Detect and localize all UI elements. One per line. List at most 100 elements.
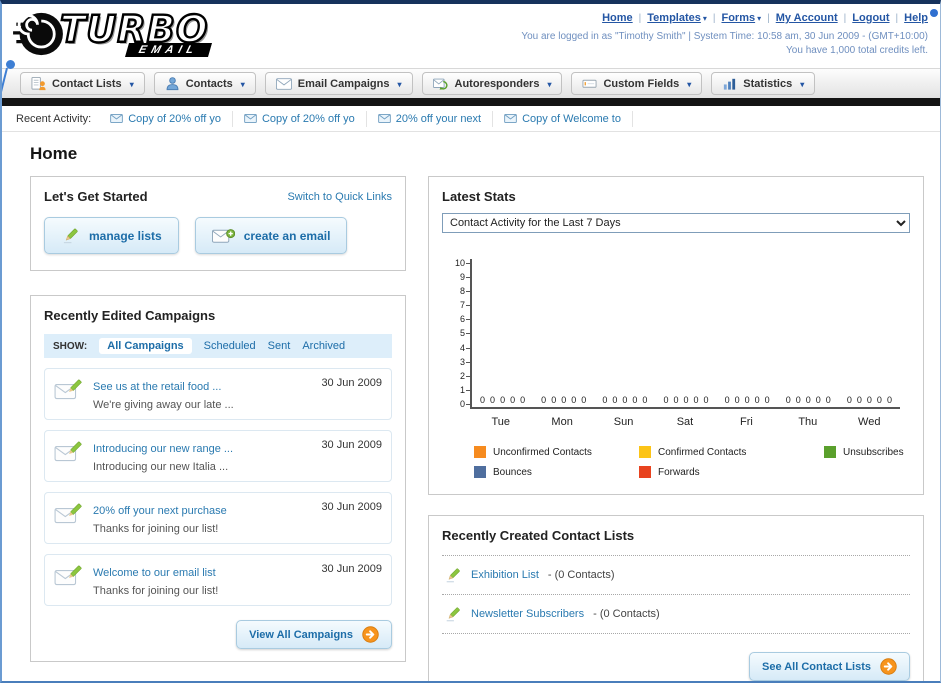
page-title: Home xyxy=(30,144,78,163)
see-all-contact-lists-button[interactable]: See All Contact Lists xyxy=(748,652,910,681)
brand-logo: TURBO EMAIL xyxy=(12,10,213,68)
top-link-home[interactable]: Home xyxy=(602,12,633,24)
legend-swatch xyxy=(639,446,651,458)
recent-activity-text: Copy of 20% off yo xyxy=(128,112,221,125)
login-info: You are logged in as "Timothy Smith" | S… xyxy=(521,31,928,42)
recent-activity-item[interactable]: Copy of 20% off yo xyxy=(99,110,233,127)
nav-tab-email-campaigns[interactable]: Email Campaigns xyxy=(264,72,413,95)
y-axis-label: 8 xyxy=(460,287,471,296)
campaign-title-link[interactable]: See us at the retail food ... xyxy=(93,381,221,393)
contact-list-link[interactable]: Newsletter Subscribers xyxy=(471,608,584,620)
contact-list-link[interactable]: Exhibition List xyxy=(471,569,539,581)
top-link-forms[interactable]: Forms xyxy=(721,12,755,24)
activity-chart: 10 9 8 7 6 5 4 3 2 1 0 000000000000000000000000000… xyxy=(448,259,900,428)
y-axis-label: 3 xyxy=(460,357,471,367)
campaign-row[interactable]: Welcome to our email list Thanks for joi… xyxy=(44,554,392,606)
top-link-my-account[interactable]: My Account xyxy=(776,12,838,24)
arrow-right-icon xyxy=(362,626,379,643)
view-all-campaigns-button[interactable]: View All Campaigns xyxy=(236,620,392,649)
tab-all-campaigns[interactable]: All Campaigns xyxy=(99,338,192,354)
bar-value-label: 0 xyxy=(785,395,791,405)
campaign-date: 30 Jun 2009 xyxy=(321,377,382,389)
campaign-title-link[interactable]: Welcome to our email list xyxy=(93,567,216,579)
app-page: TURBO EMAIL Home Templates Forms My Acco… xyxy=(0,0,941,683)
contact-lists-icon xyxy=(31,76,46,91)
envelope-pencil-icon xyxy=(54,377,84,411)
campaign-row[interactable]: See us at the retail food ... We're givi… xyxy=(44,368,392,420)
nav-tab-statistics[interactable]: Statistics xyxy=(711,72,816,95)
bar-value-label: 0 xyxy=(510,395,516,405)
bar-value-label: 0 xyxy=(724,395,730,405)
bar-value-group: 00000 xyxy=(472,395,533,405)
legend-label: Confirmed Contacts xyxy=(658,446,747,458)
value-labels-row: 00000000000000000000000000000000000 xyxy=(472,395,900,405)
content: Home Let's Get Started Switch to Quick L… xyxy=(2,132,940,681)
latest-stats-title: Latest Stats xyxy=(442,189,516,204)
bar-value-label: 0 xyxy=(541,395,547,405)
nav-tab-label: Statistics xyxy=(743,77,793,90)
top-link-help[interactable]: Help xyxy=(904,12,928,24)
legend-item: Confirmed Contacts xyxy=(639,446,824,458)
bar-value-label: 0 xyxy=(886,395,892,405)
nav-tab-autoresponders[interactable]: Autoresponders xyxy=(421,72,563,95)
bar-value-label: 0 xyxy=(825,395,831,405)
nav-tab-custom-fields[interactable]: Custom Fields xyxy=(571,72,703,95)
nav-tab-contact-lists[interactable]: Contact Lists xyxy=(20,72,145,95)
y-axis: 10 9 8 7 6 5 4 3 2 1 0 xyxy=(448,259,471,409)
bar-value-group: 00000 xyxy=(839,395,900,405)
get-started-panel: Let's Get Started Switch to Quick Links xyxy=(30,176,406,271)
envelope-plus-icon xyxy=(211,228,235,244)
campaign-row[interactable]: Introducing our new range ... Introducin… xyxy=(44,430,392,482)
tab-sent[interactable]: Sent xyxy=(268,340,291,352)
bar-value-label: 0 xyxy=(673,395,679,405)
x-axis: Tue Mon Sun Sat Fri Thu Wed xyxy=(470,416,900,428)
autoresponder-icon xyxy=(432,77,449,90)
chevron-down-icon xyxy=(128,78,134,90)
campaign-date: 30 Jun 2009 xyxy=(321,439,382,451)
contact-list-count: - (0 Contacts) xyxy=(593,608,660,620)
campaign-row[interactable]: 20% off your next purchase Thanks for jo… xyxy=(44,492,392,544)
y-axis-label: 9 xyxy=(460,273,471,282)
nav-tab-contacts[interactable]: Contacts xyxy=(153,72,256,95)
legend-label: Forwards xyxy=(658,466,700,478)
tab-archived[interactable]: Archived xyxy=(302,340,345,352)
pencil-icon xyxy=(61,226,80,245)
envelope-icon xyxy=(275,77,292,90)
chevron-down-icon xyxy=(545,78,551,90)
y-axis-label: 0 xyxy=(460,399,471,409)
legend-item: Bounces xyxy=(474,466,639,478)
campaign-title-link[interactable]: 20% off your next purchase xyxy=(93,505,227,517)
legend-item: Unconfirmed Contacts xyxy=(474,446,639,458)
create-email-button[interactable]: create an email xyxy=(194,217,348,254)
y-axis-label: 4 xyxy=(460,343,471,353)
manage-lists-button[interactable]: manage lists xyxy=(44,217,179,254)
bar-value-label: 0 xyxy=(612,395,618,405)
x-axis-label: Sat xyxy=(676,416,694,428)
tab-scheduled[interactable]: Scheduled xyxy=(204,340,256,352)
recent-activity-item[interactable]: Copy of 20% off yo xyxy=(233,110,367,127)
y-axis-label: 1 xyxy=(460,385,471,395)
recent-activity-item[interactable]: 20% off your next xyxy=(367,110,494,127)
legend-item: Unsubscribes xyxy=(824,446,910,458)
bar-value-label: 0 xyxy=(622,395,628,405)
top-link-templates[interactable]: Templates xyxy=(647,12,701,24)
bar-value-label: 0 xyxy=(500,395,506,405)
top-link-logout[interactable]: Logout xyxy=(852,12,889,24)
legend-item: Forwards xyxy=(639,466,824,478)
bar-value-label: 0 xyxy=(734,395,740,405)
nav-tab-label: Contacts xyxy=(185,77,233,90)
contact-list-count: - (0 Contacts) xyxy=(547,569,615,581)
switch-quick-links-link[interactable]: Switch to Quick Links xyxy=(287,191,392,203)
legend-swatch xyxy=(824,446,836,458)
contact-list-row[interactable]: Newsletter Subscribers - (0 Contacts) xyxy=(442,595,910,634)
contact-list-row[interactable]: Exhibition List - (0 Contacts) xyxy=(442,556,910,595)
x-axis-label: Fri xyxy=(739,416,753,428)
envelope-pencil-icon xyxy=(54,439,84,473)
recent-activity-bar: Recent Activity: Copy of 20% off yo Copy… xyxy=(2,106,940,132)
campaign-subtitle: Thanks for joining our list! xyxy=(93,585,219,597)
recent-activity-item[interactable]: Copy of Welcome to xyxy=(493,110,633,127)
y-axis-label: 5 xyxy=(460,329,471,338)
recent-activity-label: Recent Activity: xyxy=(16,112,92,125)
campaign-title-link[interactable]: Introducing our new range ... xyxy=(93,443,233,455)
stats-period-select[interactable]: Contact Activity for the Last 7 Days xyxy=(442,213,910,233)
